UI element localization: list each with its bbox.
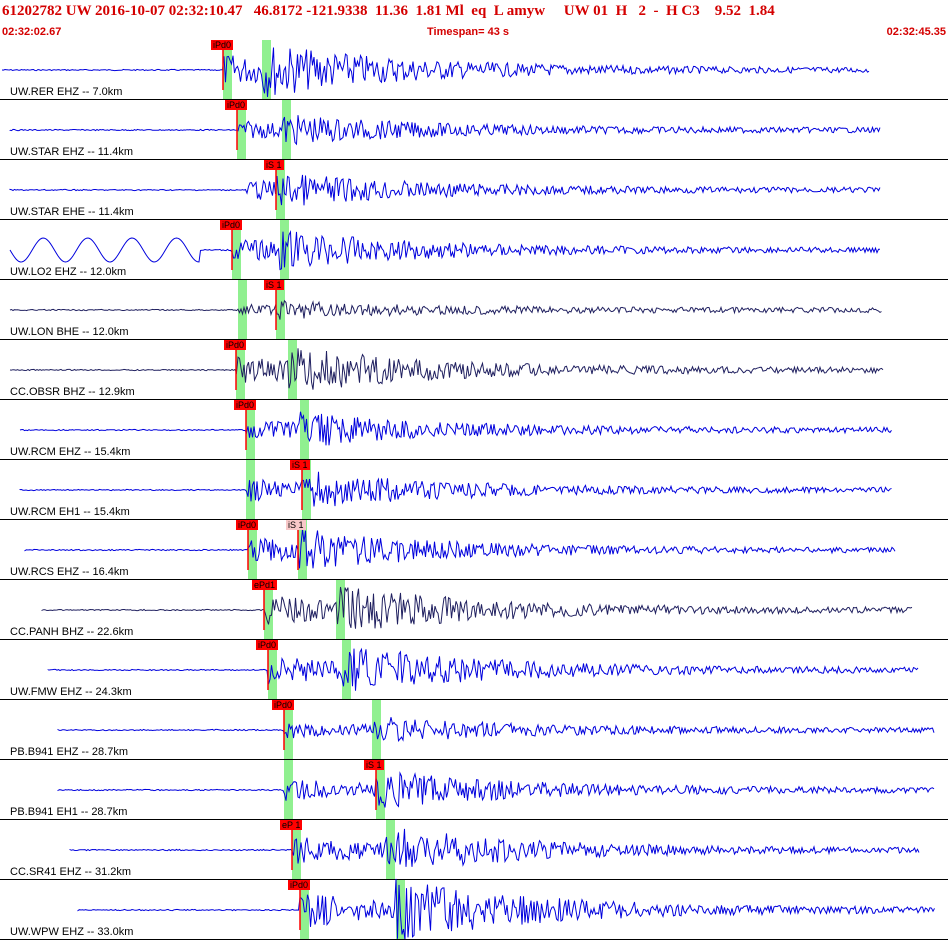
seismogram-panel: iPd0 UW.RER EHZ -- 7.0km iPd0 UW.STAR EHZ -… bbox=[0, 40, 948, 940]
trace-label: UW.RCM EH1 -- 15.4km bbox=[10, 506, 130, 518]
trace-row bbox=[0, 340, 948, 400]
trace-row bbox=[0, 40, 948, 100]
trace-label: UW.RER EHZ -- 7.0km bbox=[10, 86, 123, 98]
trace-label: UW.LON BHE -- 12.0km bbox=[10, 326, 129, 338]
trace-label: PB.B941 EH1 -- 28.7km bbox=[10, 806, 128, 818]
waveform bbox=[9, 174, 881, 206]
waveform bbox=[1, 47, 870, 97]
pick-tag: iPd0 bbox=[211, 40, 234, 50]
waveform bbox=[9, 115, 881, 146]
trace-row bbox=[0, 640, 948, 700]
trace-label: PB.B941 EHZ -- 28.7km bbox=[10, 746, 128, 758]
timespan: Timespan= 43 s bbox=[427, 26, 510, 38]
trace-label: UW.WPW EHZ -- 33.0km bbox=[10, 926, 134, 938]
pick-tag: iPd0 bbox=[220, 220, 243, 230]
start-time: 02:32:02.67 bbox=[2, 26, 62, 38]
trace-row bbox=[0, 220, 948, 280]
trace-label: CC.OBSR BHZ -- 12.9km bbox=[10, 386, 135, 398]
pick-band bbox=[342, 640, 351, 700]
trace-label: UW.STAR EHE -- 11.4km bbox=[10, 206, 134, 218]
pick-tag: iS 1 bbox=[264, 160, 284, 170]
pick-tag: ePd1 bbox=[252, 580, 278, 590]
pick-tag: iS 1 bbox=[364, 760, 384, 770]
pick-band bbox=[262, 40, 271, 100]
trace-label: CC.PANH BHZ -- 22.6km bbox=[10, 626, 134, 638]
waveform bbox=[57, 717, 935, 743]
trace-row bbox=[0, 700, 948, 760]
waveform bbox=[19, 411, 892, 446]
pick-tag: iPd0 bbox=[224, 340, 247, 350]
trace-row bbox=[0, 820, 948, 880]
waveform bbox=[9, 299, 882, 320]
trace-row bbox=[0, 280, 948, 340]
trace-label: UW.STAR EHZ -- 11.4km bbox=[10, 146, 134, 158]
pick-tag: eP 1 bbox=[280, 820, 303, 830]
trace-label: UW.LO2 EHZ -- 12.0km bbox=[10, 266, 127, 278]
header: 61202782 UW 2016-10-07 02:32:10.47 46.81… bbox=[0, 0, 948, 40]
pick-tag: iS 1 bbox=[264, 280, 284, 290]
trace-row bbox=[0, 520, 948, 580]
pick-tag: iPd0 bbox=[225, 100, 248, 110]
waveform bbox=[77, 878, 935, 940]
pick-tag: iPd0 bbox=[288, 880, 311, 890]
trace-label: CC.SR41 EHZ -- 31.2km bbox=[10, 866, 132, 878]
waveform bbox=[9, 229, 880, 271]
trace-row bbox=[0, 100, 948, 160]
trace-row bbox=[0, 878, 948, 940]
waveform bbox=[41, 586, 913, 629]
end-time: 02:32:45.35 bbox=[886, 26, 946, 38]
waveform bbox=[57, 771, 935, 808]
seismogram-canvas bbox=[0, 40, 948, 940]
trace-row bbox=[0, 400, 948, 460]
pick-band bbox=[280, 220, 289, 280]
waveform bbox=[24, 529, 896, 569]
pick-tag: iPd0 bbox=[272, 700, 295, 710]
pick-tag: iS 1 bbox=[286, 520, 306, 530]
trace-row bbox=[0, 580, 948, 640]
trace-row bbox=[0, 460, 948, 520]
pick-band bbox=[288, 340, 297, 400]
pick-tag: iPd0 bbox=[256, 640, 279, 650]
event-title: 61202782 UW 2016-10-07 02:32:10.47 46.81… bbox=[2, 3, 775, 19]
trace-label: UW.RCS EHZ -- 16.4km bbox=[10, 566, 129, 578]
waveform bbox=[19, 471, 892, 507]
trace-label: UW.RCM EHZ -- 15.4km bbox=[10, 446, 131, 458]
trace-label: UW.FMW EHZ -- 24.3km bbox=[10, 686, 132, 698]
pick-tag: iS 1 bbox=[290, 460, 310, 470]
pick-tag: iPd0 bbox=[236, 520, 259, 530]
waveform bbox=[9, 348, 884, 390]
trace-row bbox=[0, 160, 948, 220]
waveform bbox=[69, 828, 920, 867]
trace-row bbox=[0, 760, 948, 820]
waveform bbox=[47, 647, 919, 691]
pick-tag: iPd0 bbox=[234, 400, 257, 410]
